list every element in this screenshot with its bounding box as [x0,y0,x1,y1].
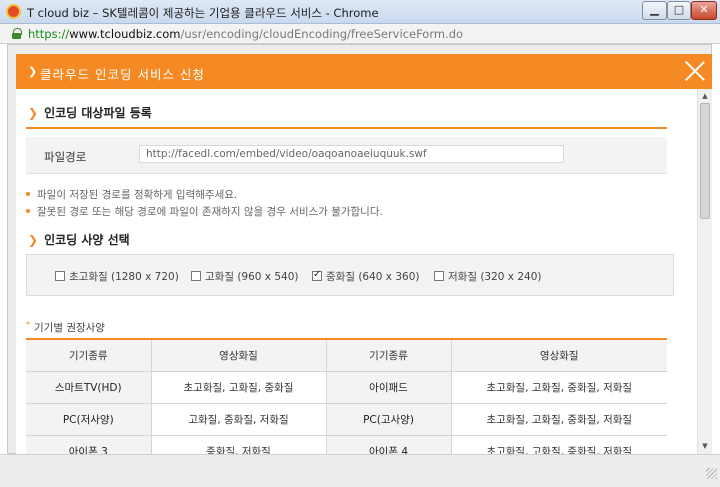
quality-cell: 초고화질, 고화질, 중화질, 저화질 [451,403,667,436]
asterisk-icon: * [26,320,30,329]
maximize-button[interactable]: □ [667,1,691,20]
modal-header: ❯ 클라우드 인코딩 서비스 신청 [16,54,712,89]
scroll-down-icon[interactable]: ▼ [701,442,709,450]
checkbox[interactable] [55,271,65,281]
quality-cell: 고화질, 중화질, 저화질 [151,403,327,436]
section-title-file-text: 인코딩 대상파일 등록 [44,106,152,120]
column-header: 기기종류 [26,339,152,372]
option-ultra-hd[interactable]: 초고화질 (1280 x 720) [55,269,179,284]
url-path: /usr/encoding/cloudEncoding/freeServiceF… [180,27,464,41]
modal-title: 클라우드 인코딩 서비스 신청 [40,67,205,82]
encoding-modal: ❯ 클라우드 인코딩 서비스 신청 ▲ ▼ ❯ 인코딩 대상파일 등록 파일경로 … [16,54,712,468]
chevron-right-icon: ❯ [28,65,38,78]
chevron-right-icon: ❯ [28,233,39,247]
minimize-button[interactable]: ▁ [642,1,667,20]
bullet-icon [26,209,30,213]
file-path-label: 파일경로 [44,150,87,164]
column-header: 영상화질 [451,339,667,372]
table-row: PC(저사양) 고화질, 중화질, 저화질 PC(고사양) 초고화질, 고화질,… [26,403,667,436]
device-cell: 아이패드 [326,371,452,404]
table-header-row: 기기종류 영상화질 기기종류 영상화질 [26,339,667,372]
window-title: T cloud biz – SK텔레콤이 제공하는 기업용 클라우드 서비스 -… [27,6,379,20]
url-scheme: https:// [28,27,70,41]
modal-scrollbar[interactable]: ▲ ▼ [697,89,712,455]
checkbox-checked[interactable] [312,269,322,281]
section-title-file: ❯ 인코딩 대상파일 등록 [28,104,152,121]
device-spec-label-text: 기기별 권장사양 [34,322,105,334]
scroll-up-icon[interactable]: ▲ [701,92,709,100]
file-path-row: 파일경로 http://facedl.com/embed/video/oaqoa… [26,137,667,174]
bullet-icon [26,192,30,196]
device-spec-label: * 기기별 권장사양 [26,320,105,335]
column-header: 영상화질 [151,339,327,372]
maximize-icon: □ [673,3,685,16]
option-hd[interactable]: 고화질 (960 x 540) [191,269,298,284]
spec-options-box: 초고화질 (1280 x 720) 고화질 (960 x 540) 중화질 (6… [26,254,674,296]
modal-close-button[interactable] [684,60,706,82]
close-icon: ✕ [699,3,709,16]
window-bottom-frame [0,454,720,487]
file-path-input[interactable]: http://facedl.com/embed/video/oaqoanoaei… [139,145,564,163]
url-host: www.tcloudbiz.com [69,27,181,41]
device-table: 기기종류 영상화질 기기종류 영상화질 스마트TV(HD) 초고화질, 고화질,… [26,338,667,468]
chrome-app-icon [6,4,21,19]
quality-cell: 초고화질, 고화질, 중화질, 저화질 [451,371,667,404]
section-title-spec: ❯ 인코딩 사양 선택 [28,231,130,248]
table-row: 스마트TV(HD) 초고화질, 고화질, 중화질 아이패드 초고화질, 고화질,… [26,371,667,404]
device-cell: 스마트TV(HD) [26,371,152,404]
device-cell: PC(고사양) [326,403,452,436]
note-item: 파일이 저장된 경로를 정확하게 입력해주세요. [26,187,237,202]
checkbox[interactable] [434,271,444,281]
quality-cell: 초고화질, 고화질, 중화질 [151,371,327,404]
option-label: 초고화질 (1280 x 720) [69,271,179,283]
device-cell: PC(저사양) [26,403,152,436]
option-low[interactable]: 저화질 (320 x 240) [434,269,541,284]
lock-icon [12,28,22,39]
url-text[interactable]: https://www.tcloudbiz.com/usr/encoding/c… [28,27,463,41]
checkbox[interactable] [191,271,201,281]
address-bar[interactable]: https://www.tcloudbiz.com/usr/encoding/c… [0,24,720,44]
chevron-right-icon: ❯ [28,106,39,120]
note-item: 잘못된 경로 또는 해당 경로에 파일이 존재하지 않을 경우 서비스가 불가합… [26,204,383,219]
scroll-thumb[interactable] [700,103,710,219]
note-text: 잘못된 경로 또는 해당 경로에 파일이 존재하지 않을 경우 서비스가 불가합… [37,206,383,218]
window-titlebar: T cloud biz – SK텔레콤이 제공하는 기업용 클라우드 서비스 -… [0,0,720,24]
page-content: ❯ 클라우드 인코딩 서비스 신청 ▲ ▼ ❯ 인코딩 대상파일 등록 파일경로 … [7,44,712,468]
section-divider [26,127,667,129]
option-sd[interactable]: 중화질 (640 x 360) [312,269,419,284]
option-label: 고화질 (960 x 540) [205,271,299,283]
close-window-button[interactable]: ✕ [691,1,717,20]
option-label: 저화질 (320 x 240) [448,271,542,283]
resize-grip-icon[interactable] [706,468,717,479]
option-label: 중화질 (640 x 360) [326,271,420,283]
note-text: 파일이 저장된 경로를 정확하게 입력해주세요. [37,189,238,201]
minimize-icon: ▁ [650,3,659,16]
section-title-spec-text: 인코딩 사양 선택 [44,233,130,247]
column-header: 기기종류 [326,339,452,372]
